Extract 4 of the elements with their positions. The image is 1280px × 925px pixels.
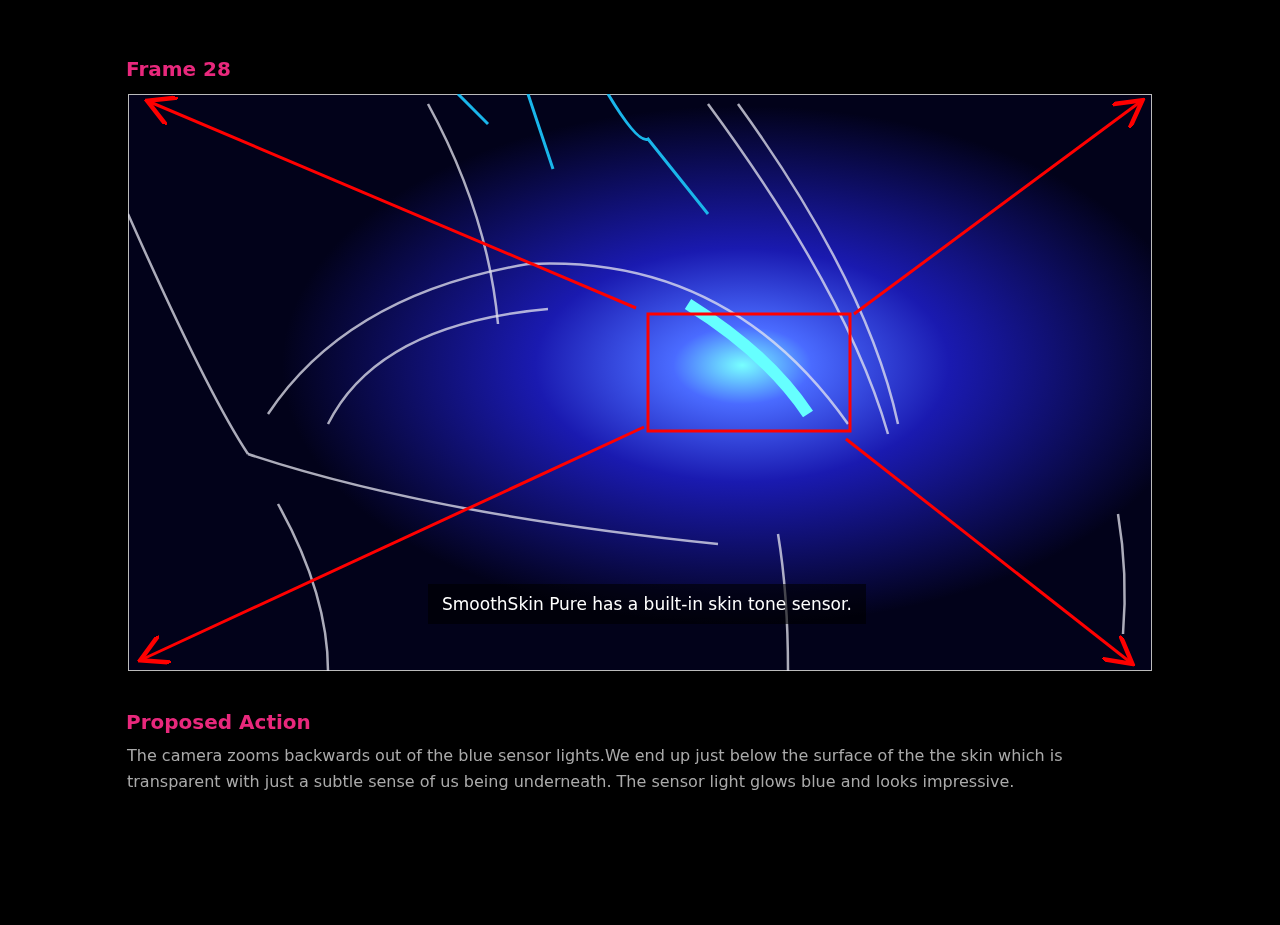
frame-title: Frame 28 xyxy=(126,56,232,82)
caption-text: SmoothSkin Pure has a built-in skin tone sensor. xyxy=(428,584,866,624)
section-heading: Proposed Action xyxy=(126,709,312,735)
action-description: The camera zooms backwards out of the blue sensor lights.We end up just below the surface of the the skin which is transparent with just a subtle sense of us being underneath. The sensor light glows blue and looks impressive. xyxy=(127,745,1064,793)
